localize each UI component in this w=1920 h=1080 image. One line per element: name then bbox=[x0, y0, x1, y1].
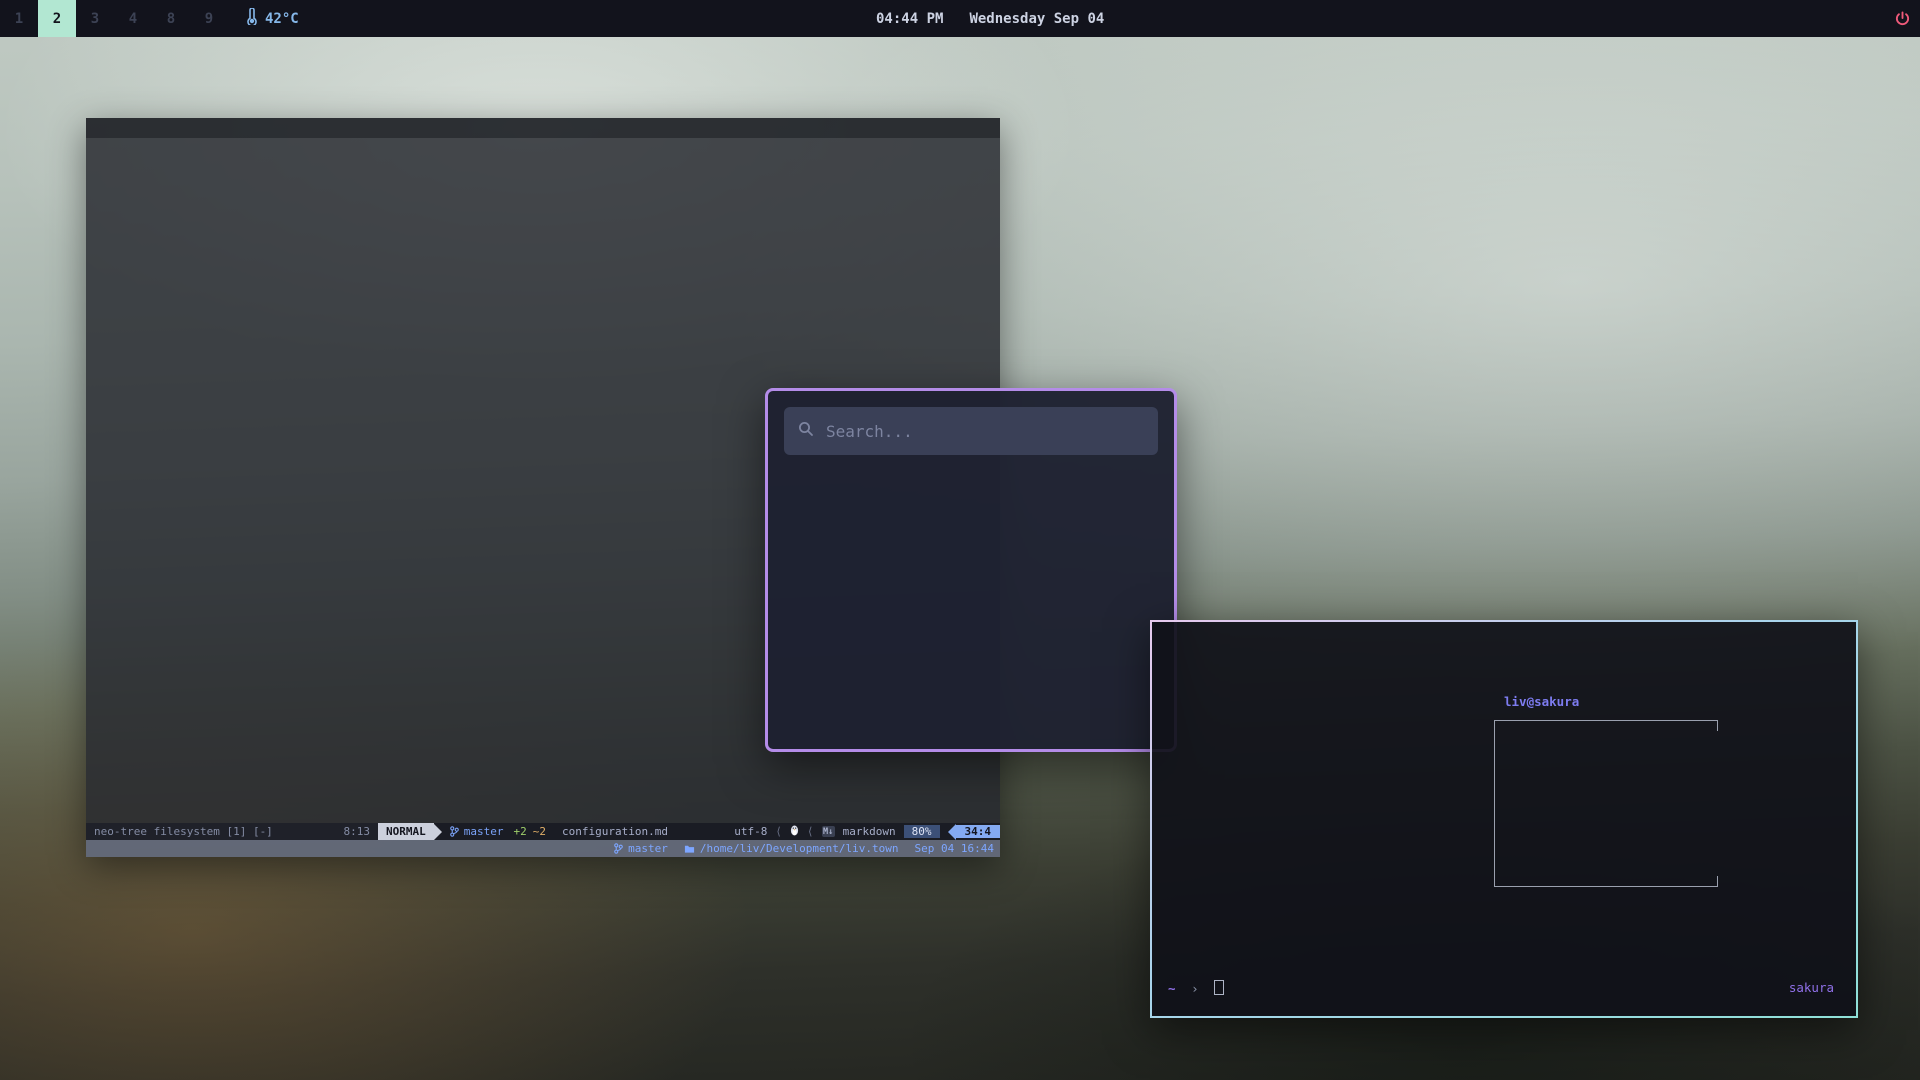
scroll-percent: 80% bbox=[904, 825, 940, 838]
tmux-path: /home/liv/Development/liv.town bbox=[684, 842, 899, 855]
app-launcher bbox=[765, 388, 1177, 752]
desktop: 123489 42°C 04:44 PM Wednesday Sep 04 ne… bbox=[0, 0, 1920, 1080]
git-modified-count: ~2 bbox=[533, 825, 546, 838]
terminal-title: sakura bbox=[1789, 980, 1834, 995]
fetch-box-top bbox=[1494, 720, 1718, 731]
temperature-value: 42°C bbox=[265, 11, 299, 27]
cursor-position: 34:4 bbox=[956, 825, 1001, 838]
clock-time: 04:44 PM bbox=[876, 11, 943, 27]
thermometer-icon bbox=[246, 8, 258, 29]
shell-prompt[interactable]: ~ › bbox=[1168, 980, 1224, 996]
workspace-4[interactable]: 4 bbox=[114, 0, 152, 37]
search-input[interactable] bbox=[824, 421, 1144, 442]
separator bbox=[434, 824, 442, 840]
launcher-search[interactable] bbox=[784, 407, 1158, 455]
status-bar: 123489 42°C 04:44 PM Wednesday Sep 04 bbox=[0, 0, 1920, 37]
search-icon bbox=[798, 421, 814, 441]
workspace-1[interactable]: 1 bbox=[0, 0, 38, 37]
tmux-statusbar: master /home/liv/Development/liv.town Se… bbox=[86, 840, 1000, 857]
separator: ⟨ bbox=[775, 825, 782, 838]
power-button[interactable] bbox=[1895, 11, 1910, 26]
workspaces: 123489 bbox=[0, 0, 228, 37]
neotree-status-position: 8:13 bbox=[344, 825, 371, 838]
separator: ⟨ bbox=[807, 825, 814, 838]
tmux-clock: Sep 04 16:44 bbox=[915, 842, 994, 855]
neotree-status-text: neo-tree filesystem [1] [-] bbox=[94, 825, 273, 838]
nixos-logo bbox=[1188, 644, 1482, 960]
mode-indicator: NORMAL bbox=[378, 823, 434, 840]
tmux-git-branch: master bbox=[614, 842, 668, 855]
temperature-widget: 42°C bbox=[246, 8, 299, 29]
filetype: markdown bbox=[843, 825, 896, 838]
clock-date: Wednesday Sep 04 bbox=[969, 11, 1104, 27]
workspace-2[interactable]: 2 bbox=[38, 0, 76, 37]
buffer-tabline bbox=[86, 118, 1000, 138]
fetch-user-host: liv@sakura bbox=[1504, 694, 1579, 709]
workspace-3[interactable]: 3 bbox=[76, 0, 114, 37]
workspace-8[interactable]: 8 bbox=[152, 0, 190, 37]
neotree-statusline: neo-tree filesystem [1] [-] 8:13 bbox=[86, 823, 378, 840]
git-branch-segment: master bbox=[450, 825, 504, 838]
filename: configuration.md bbox=[562, 825, 668, 838]
separator bbox=[948, 824, 956, 840]
markdown-icon: M↓ bbox=[822, 826, 835, 837]
git-added-count: +2 bbox=[514, 825, 527, 838]
prompt-path: ~ bbox=[1168, 981, 1176, 996]
encoding: utf-8 bbox=[734, 825, 767, 838]
os-penguin-icon bbox=[790, 825, 799, 839]
fetch-terminal-window[interactable]: liv@sakura ~ › sakura bbox=[1150, 620, 1858, 1018]
prompt-char: › bbox=[1191, 981, 1199, 996]
clock: 04:44 PM Wednesday Sep 04 bbox=[876, 0, 1104, 37]
lualine-statusline: NORMAL master +2 ~2 configuration.md utf… bbox=[378, 823, 1000, 840]
workspace-9[interactable]: 9 bbox=[190, 0, 228, 37]
system-stats bbox=[1891, 0, 1910, 37]
terminal-cursor bbox=[1214, 980, 1224, 995]
fetch-box-left bbox=[1494, 730, 1495, 876]
fetch-box-bottom bbox=[1494, 876, 1718, 887]
